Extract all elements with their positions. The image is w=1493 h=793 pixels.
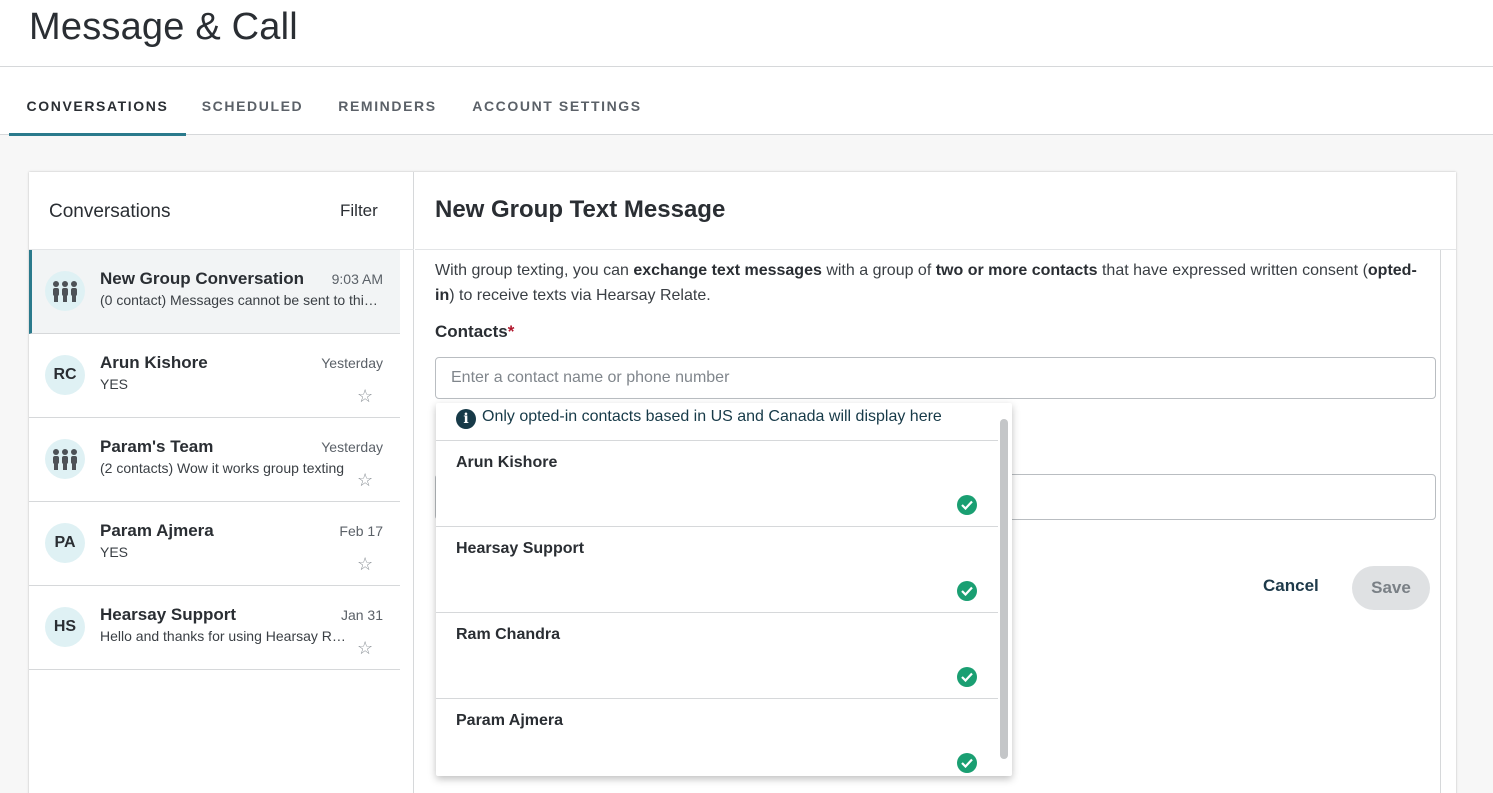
- conversation-preview: YES: [100, 544, 129, 560]
- conversation-time: Jan 31: [340, 607, 383, 623]
- avatar: PA: [45, 523, 85, 563]
- compose-header: New Group Text Message: [415, 172, 1456, 250]
- tab-scheduled[interactable]: SCHEDULED: [190, 67, 315, 135]
- contact-option-param-ajmera[interactable]: Param Ajmera: [436, 699, 998, 776]
- tab-conversations[interactable]: CONVERSATIONS: [9, 67, 186, 136]
- conversation-name: New Group Conversation: [100, 269, 305, 288]
- contacts-label: Contacts*: [435, 322, 515, 341]
- star-icon[interactable]: ☆: [357, 638, 373, 659]
- group-icon: [53, 449, 77, 470]
- conversation-item-new-group[interactable]: New Group Conversation 9:03 AM (0 contac…: [29, 250, 400, 334]
- check-circle-icon: [957, 495, 977, 515]
- conversations-header: Conversations Filter: [29, 172, 414, 250]
- conversation-preview: Hello and thanks for using Hearsay Relat…: [100, 628, 350, 644]
- conversation-name: Arun Kishore: [100, 353, 208, 372]
- conversations-pane: Conversations Filter New Group Conversat…: [29, 172, 414, 793]
- avatar: RC: [45, 355, 85, 395]
- required-mark: *: [507, 322, 515, 341]
- check-circle-icon: [957, 581, 977, 601]
- conversation-item-params-team[interactable]: Param's Team Yesterday (2 contacts) Wow …: [29, 418, 400, 502]
- contact-option-hearsay-support[interactable]: Hearsay Support: [436, 527, 998, 613]
- conversation-name: Param Ajmera: [100, 521, 214, 540]
- save-button[interactable]: Save: [1352, 566, 1430, 610]
- check-circle-icon: [957, 753, 977, 773]
- conversation-preview: (2 contacts) Wow it works group texting: [100, 460, 345, 476]
- avatar: HS: [45, 607, 85, 647]
- contact-option-name: Arun Kishore: [456, 454, 558, 471]
- contact-option-arun-kishore[interactable]: Arun Kishore: [436, 441, 998, 527]
- contact-option-name: Ram Chandra: [456, 626, 561, 643]
- contact-option-ram-chandra[interactable]: Ram Chandra: [436, 613, 998, 699]
- conversation-list: New Group Conversation 9:03 AM (0 contac…: [29, 250, 400, 670]
- conversation-time: Yesterday: [321, 355, 383, 371]
- opt-in-notice: i Only opted-in contacts based in US and…: [436, 403, 998, 441]
- contact-search-input[interactable]: [435, 357, 1436, 399]
- star-icon[interactable]: ☆: [357, 386, 373, 407]
- conversation-time: 9:03 AM: [331, 271, 383, 287]
- conversation-time: Yesterday: [321, 439, 383, 455]
- tab-account-settings[interactable]: ACCOUNT SETTINGS: [462, 67, 652, 135]
- star-icon[interactable]: ☆: [357, 470, 373, 491]
- conversation-item-arun-kishore[interactable]: RC Arun Kishore Yesterday YES ☆: [29, 334, 400, 418]
- page-title: Message & Call: [29, 6, 298, 48]
- conversation-preview: YES: [100, 376, 129, 392]
- avatar: [45, 271, 85, 311]
- compose-title: New Group Text Message: [435, 196, 726, 223]
- conversation-item-hearsay-support[interactable]: HS Hearsay Support Jan 31 Hello and than…: [29, 586, 400, 670]
- group-icon: [53, 281, 77, 302]
- conversations-title: Conversations: [49, 201, 171, 222]
- conversation-time: Feb 17: [339, 523, 383, 539]
- contact-option-name: Hearsay Support: [456, 540, 585, 557]
- conversation-preview: (0 contact) Messages cannot be sent to t…: [100, 292, 380, 308]
- tab-reminders[interactable]: REMINDERS: [325, 67, 450, 135]
- conversation-name: Param's Team: [100, 437, 214, 456]
- info-icon: i: [456, 409, 476, 429]
- tab-bar: CONVERSATIONS SCHEDULED REMINDERS ACCOUN…: [0, 67, 1493, 136]
- contact-option-name: Param Ajmera: [456, 712, 564, 729]
- contact-suggestions-dropdown: i Only opted-in contacts based in US and…: [436, 403, 1012, 776]
- cancel-button[interactable]: Cancel: [1263, 576, 1319, 596]
- opt-in-notice-text: Only opted-in contacts based in US and C…: [482, 408, 942, 425]
- conversation-name: Hearsay Support: [100, 605, 237, 624]
- dropdown-scrollbar[interactable]: [1000, 419, 1008, 759]
- group-texting-intro: With group texting, you can exchange tex…: [435, 262, 1417, 304]
- check-circle-icon: [957, 667, 977, 687]
- star-icon[interactable]: ☆: [357, 554, 373, 575]
- avatar: [45, 439, 85, 479]
- conversation-item-param-ajmera[interactable]: PA Param Ajmera Feb 17 YES ☆: [29, 502, 400, 586]
- filter-button[interactable]: Filter: [340, 201, 378, 221]
- page-header: Message & Call: [0, 0, 1493, 67]
